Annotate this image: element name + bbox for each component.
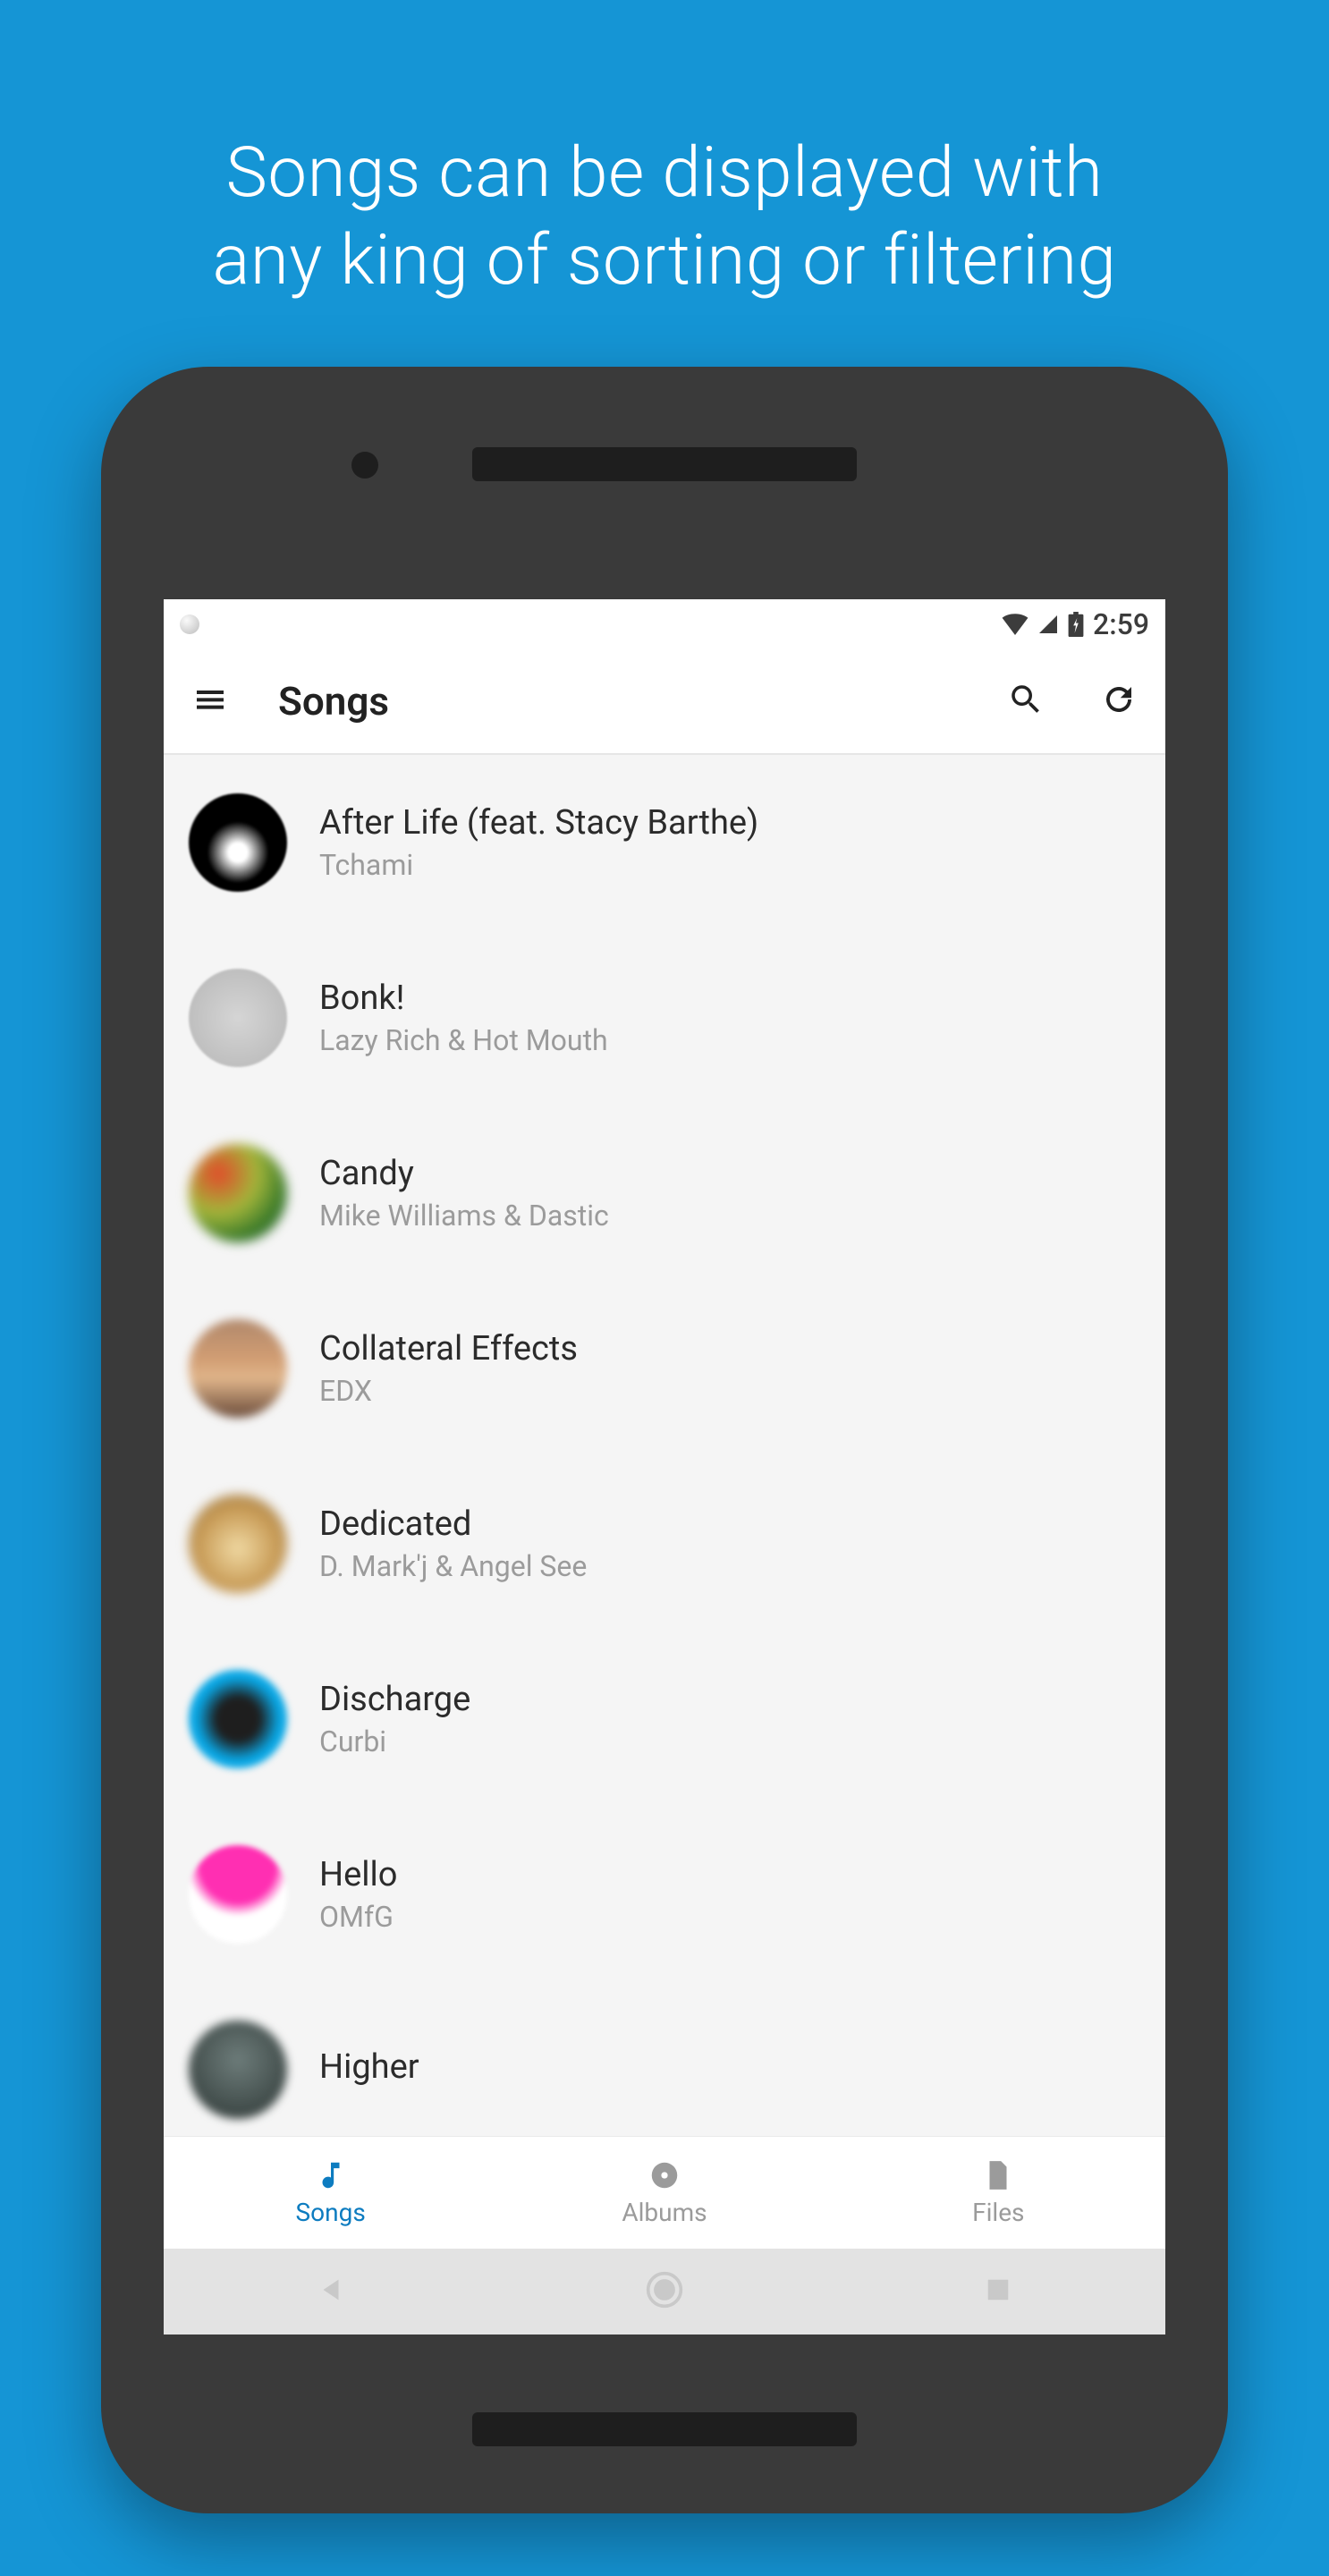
album-art-icon (189, 2021, 287, 2119)
hamburger-icon (192, 682, 228, 721)
song-text: After Life (feat. Stacy Barthe) Tchami (319, 803, 758, 882)
song-title: Candy (319, 1154, 609, 1193)
song-artist: D. Mark'j & Angel See (319, 1549, 587, 1583)
search-button[interactable] (1001, 676, 1051, 726)
song-title: Collateral Effects (319, 1329, 578, 1368)
wifi-icon (1002, 614, 1028, 635)
search-icon (1007, 681, 1045, 722)
phone-camera (351, 452, 378, 479)
file-icon (981, 2158, 1015, 2192)
song-title: Bonk! (319, 979, 608, 1018)
song-text: Hello OMfG (319, 1855, 397, 1934)
song-row[interactable]: Collateral Effects EDX (164, 1281, 1165, 1456)
nav-recents-button[interactable] (971, 2265, 1025, 2318)
song-text: Bonk! Lazy Rich & Hot Mouth (319, 979, 608, 1057)
home-circle-icon (645, 2270, 684, 2313)
menu-button[interactable] (185, 676, 235, 726)
android-nav-bar (164, 2249, 1165, 2334)
song-artist: Tchami (319, 848, 758, 882)
album-art-icon (189, 1670, 287, 1768)
phone-frame: 2:59 Songs (101, 367, 1228, 2513)
song-title: After Life (feat. Stacy Barthe) (319, 803, 758, 843)
recents-square-icon (985, 2276, 1012, 2307)
song-title: Higher (319, 2047, 419, 2087)
album-art-icon (189, 1495, 287, 1593)
song-artist: EDX (319, 1374, 578, 1408)
song-title: Discharge (319, 1680, 470, 1719)
song-title: Hello (319, 1855, 397, 1894)
refresh-button[interactable] (1094, 676, 1144, 726)
album-art-icon (189, 1845, 287, 1944)
back-triangle-icon (316, 2275, 346, 2309)
tab-label: Songs (296, 2198, 366, 2227)
refresh-icon (1100, 681, 1138, 722)
song-text: Discharge Curbi (319, 1680, 470, 1758)
song-artist: Mike Williams & Dastic (319, 1199, 609, 1233)
song-artist: Curbi (319, 1724, 470, 1758)
status-left (180, 614, 199, 634)
tab-label: Files (972, 2198, 1024, 2227)
nav-back-button[interactable] (304, 2265, 358, 2318)
status-time: 2:59 (1093, 607, 1149, 641)
status-right: 2:59 (1002, 607, 1149, 641)
song-artist: Lazy Rich & Hot Mouth (319, 1023, 608, 1057)
promo-headline: Songs can be displayed with any king of … (0, 0, 1329, 304)
battery-charging-icon (1068, 612, 1084, 637)
album-disc-icon (648, 2158, 681, 2192)
song-title: Dedicated (319, 1504, 587, 1544)
song-row[interactable]: Dedicated D. Mark'j & Angel See (164, 1456, 1165, 1631)
tab-files[interactable]: Files (832, 2137, 1165, 2249)
song-row[interactable]: Discharge Curbi (164, 1631, 1165, 1807)
music-note-icon (314, 2158, 348, 2192)
song-text: Collateral Effects EDX (319, 1329, 578, 1408)
tab-songs[interactable]: Songs (164, 2137, 497, 2249)
app-bar: Songs (164, 649, 1165, 755)
status-bar: 2:59 (164, 599, 1165, 649)
tab-albums[interactable]: Albums (497, 2137, 831, 2249)
tab-label: Albums (622, 2198, 707, 2227)
cell-signal-icon (1037, 614, 1059, 635)
promo-line1: Songs can be displayed with (226, 132, 1104, 214)
song-row[interactable]: After Life (feat. Stacy Barthe) Tchami (164, 755, 1165, 930)
album-art-icon (189, 1319, 287, 1418)
song-text: Candy Mike Williams & Dastic (319, 1154, 609, 1233)
song-row[interactable]: Hello OMfG (164, 1807, 1165, 1982)
promo-line2: any king of sorting or filtering (213, 220, 1117, 301)
song-text: Dedicated D. Mark'j & Angel See (319, 1504, 587, 1583)
album-art-icon (189, 793, 287, 892)
screen: 2:59 Songs (164, 599, 1165, 2334)
song-row[interactable]: Higher (164, 1982, 1165, 2136)
album-art-icon (189, 969, 287, 1067)
song-row[interactable]: Bonk! Lazy Rich & Hot Mouth (164, 930, 1165, 1106)
page-title: Songs (278, 678, 958, 724)
status-notification-dot-icon (180, 614, 199, 634)
album-art-icon (189, 1144, 287, 1242)
phone-speaker-top (472, 447, 857, 481)
song-row[interactable]: Candy Mike Williams & Dastic (164, 1106, 1165, 1281)
nav-home-button[interactable] (638, 2265, 691, 2318)
song-artist: OMfG (319, 1900, 397, 1934)
phone-speaker-bottom (472, 2412, 857, 2446)
song-list: After Life (feat. Stacy Barthe) Tchami B… (164, 755, 1165, 2136)
bottom-tabs: Songs Albums Files (164, 2136, 1165, 2249)
song-text: Higher (319, 2047, 419, 2092)
